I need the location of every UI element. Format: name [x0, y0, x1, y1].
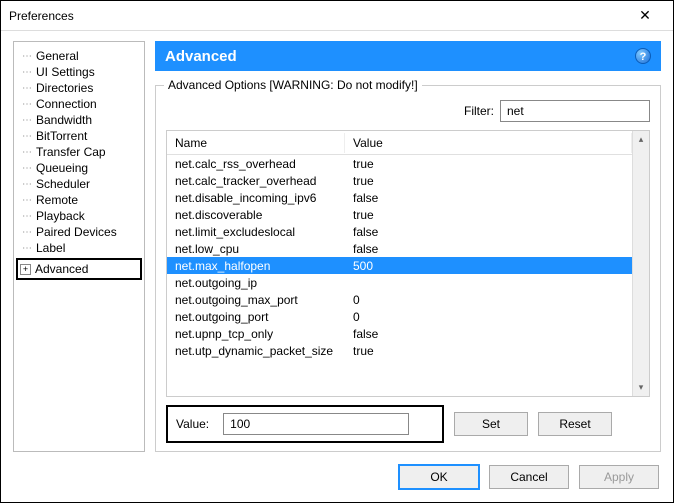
sidebar-item[interactable]: ⋯Queueing	[18, 160, 140, 176]
set-button[interactable]: Set	[454, 412, 528, 436]
advanced-options-group: Advanced Options [WARNING: Do not modify…	[155, 85, 661, 452]
panel-header: Advanced ?	[155, 41, 661, 71]
close-icon: ✕	[639, 7, 651, 24]
cell-value: true	[345, 341, 632, 361]
filter-input[interactable]	[500, 100, 650, 122]
sidebar-item-label: UI Settings	[36, 65, 95, 79]
scrollbar[interactable]: ▴ ▾	[632, 131, 649, 396]
sidebar-item-label: Paired Devices	[36, 225, 117, 239]
close-button[interactable]: ✕	[625, 2, 665, 30]
tree-dots-icon: ⋯	[18, 83, 36, 94]
help-icon[interactable]: ?	[635, 48, 651, 64]
tree-dots-icon: ⋯	[18, 227, 36, 238]
sidebar-item-label: General	[36, 49, 79, 63]
sidebar-item-label: Queueing	[36, 161, 88, 175]
table-row[interactable]: net.limit_excludeslocalfalse	[167, 223, 632, 240]
column-value[interactable]: Value	[345, 133, 632, 153]
value-input[interactable]	[223, 413, 409, 435]
table-header: Name Value	[167, 131, 632, 155]
ok-button[interactable]: OK	[399, 465, 479, 489]
sidebar-item[interactable]: ⋯General	[18, 48, 140, 64]
sidebar-item-label: Bandwidth	[36, 113, 92, 127]
table-row[interactable]: net.calc_rss_overheadtrue	[167, 155, 632, 172]
sidebar-item[interactable]: ⋯Label	[18, 240, 140, 256]
options-table: Name Value net.calc_rss_overheadtruenet.…	[166, 130, 650, 397]
sidebar-item-advanced[interactable]: + Advanced	[16, 258, 142, 280]
tree-dots-icon: ⋯	[18, 195, 36, 206]
tree-dots-icon: ⋯	[18, 115, 36, 126]
value-editor: Value:	[166, 405, 444, 443]
sidebar-item[interactable]: ⋯Bandwidth	[18, 112, 140, 128]
sidebar-item[interactable]: ⋯Directories	[18, 80, 140, 96]
column-name[interactable]: Name	[167, 133, 345, 153]
table-row[interactable]: net.outgoing_max_port0	[167, 291, 632, 308]
expand-icon[interactable]: +	[20, 264, 31, 275]
panel-title: Advanced	[165, 48, 237, 65]
sidebar-item-label: Label	[36, 241, 65, 255]
tree-dots-icon: ⋯	[18, 131, 36, 142]
sidebar-item[interactable]: ⋯UI Settings	[18, 64, 140, 80]
filter-label: Filter:	[464, 104, 494, 118]
sidebar-item[interactable]: ⋯Remote	[18, 192, 140, 208]
scroll-up-icon[interactable]: ▴	[633, 131, 649, 148]
apply-button[interactable]: Apply	[579, 465, 659, 489]
sidebar-item-label: Advanced	[35, 262, 88, 276]
table-row[interactable]: net.outgoing_ip	[167, 274, 632, 291]
cancel-button[interactable]: Cancel	[489, 465, 569, 489]
tree-dots-icon: ⋯	[18, 51, 36, 62]
sidebar-item-label: Remote	[36, 193, 78, 207]
tree-dots-icon: ⋯	[18, 243, 36, 254]
sidebar-item[interactable]: ⋯BitTorrent	[18, 128, 140, 144]
sidebar-item-label: Scheduler	[36, 177, 90, 191]
tree-dots-icon: ⋯	[18, 179, 36, 190]
table-row[interactable]: net.upnp_tcp_onlyfalse	[167, 325, 632, 342]
table-row[interactable]: net.calc_tracker_overheadtrue	[167, 172, 632, 189]
sidebar-item[interactable]: ⋯Transfer Cap	[18, 144, 140, 160]
sidebar-item-label: Connection	[36, 97, 97, 111]
sidebar-item-label: Playback	[36, 209, 85, 223]
sidebar: ⋯General⋯UI Settings⋯Directories⋯Connect…	[13, 41, 145, 452]
sidebar-item[interactable]: ⋯Connection	[18, 96, 140, 112]
table-row[interactable]: net.disable_incoming_ipv6false	[167, 189, 632, 206]
scroll-down-icon[interactable]: ▾	[633, 379, 649, 396]
tree-dots-icon: ⋯	[18, 147, 36, 158]
cell-name: net.utp_dynamic_packet_size	[167, 341, 345, 361]
sidebar-item-label: Transfer Cap	[36, 145, 106, 159]
table-row[interactable]: net.outgoing_port0	[167, 308, 632, 325]
window-title: Preferences	[9, 9, 74, 23]
tree-dots-icon: ⋯	[18, 163, 36, 174]
value-label: Value:	[176, 417, 209, 431]
sidebar-item-label: BitTorrent	[36, 129, 87, 143]
group-label: Advanced Options [WARNING: Do not modify…	[164, 78, 422, 92]
sidebar-item[interactable]: ⋯Paired Devices	[18, 224, 140, 240]
table-row[interactable]: net.max_halfopen500	[167, 257, 632, 274]
dialog-buttons: OK Cancel Apply	[1, 452, 673, 502]
reset-button[interactable]: Reset	[538, 412, 612, 436]
sidebar-item[interactable]: ⋯Scheduler	[18, 176, 140, 192]
sidebar-item-label: Directories	[36, 81, 93, 95]
cell-value: 500	[345, 256, 632, 276]
cell-value	[345, 280, 632, 286]
tree-dots-icon: ⋯	[18, 211, 36, 222]
table-row[interactable]: net.low_cpufalse	[167, 240, 632, 257]
tree-dots-icon: ⋯	[18, 67, 36, 78]
table-row[interactable]: net.discoverabletrue	[167, 206, 632, 223]
sidebar-item[interactable]: ⋯Playback	[18, 208, 140, 224]
tree-dots-icon: ⋯	[18, 99, 36, 110]
table-row[interactable]: net.utp_dynamic_packet_sizetrue	[167, 342, 632, 359]
titlebar: Preferences ✕	[1, 1, 673, 31]
